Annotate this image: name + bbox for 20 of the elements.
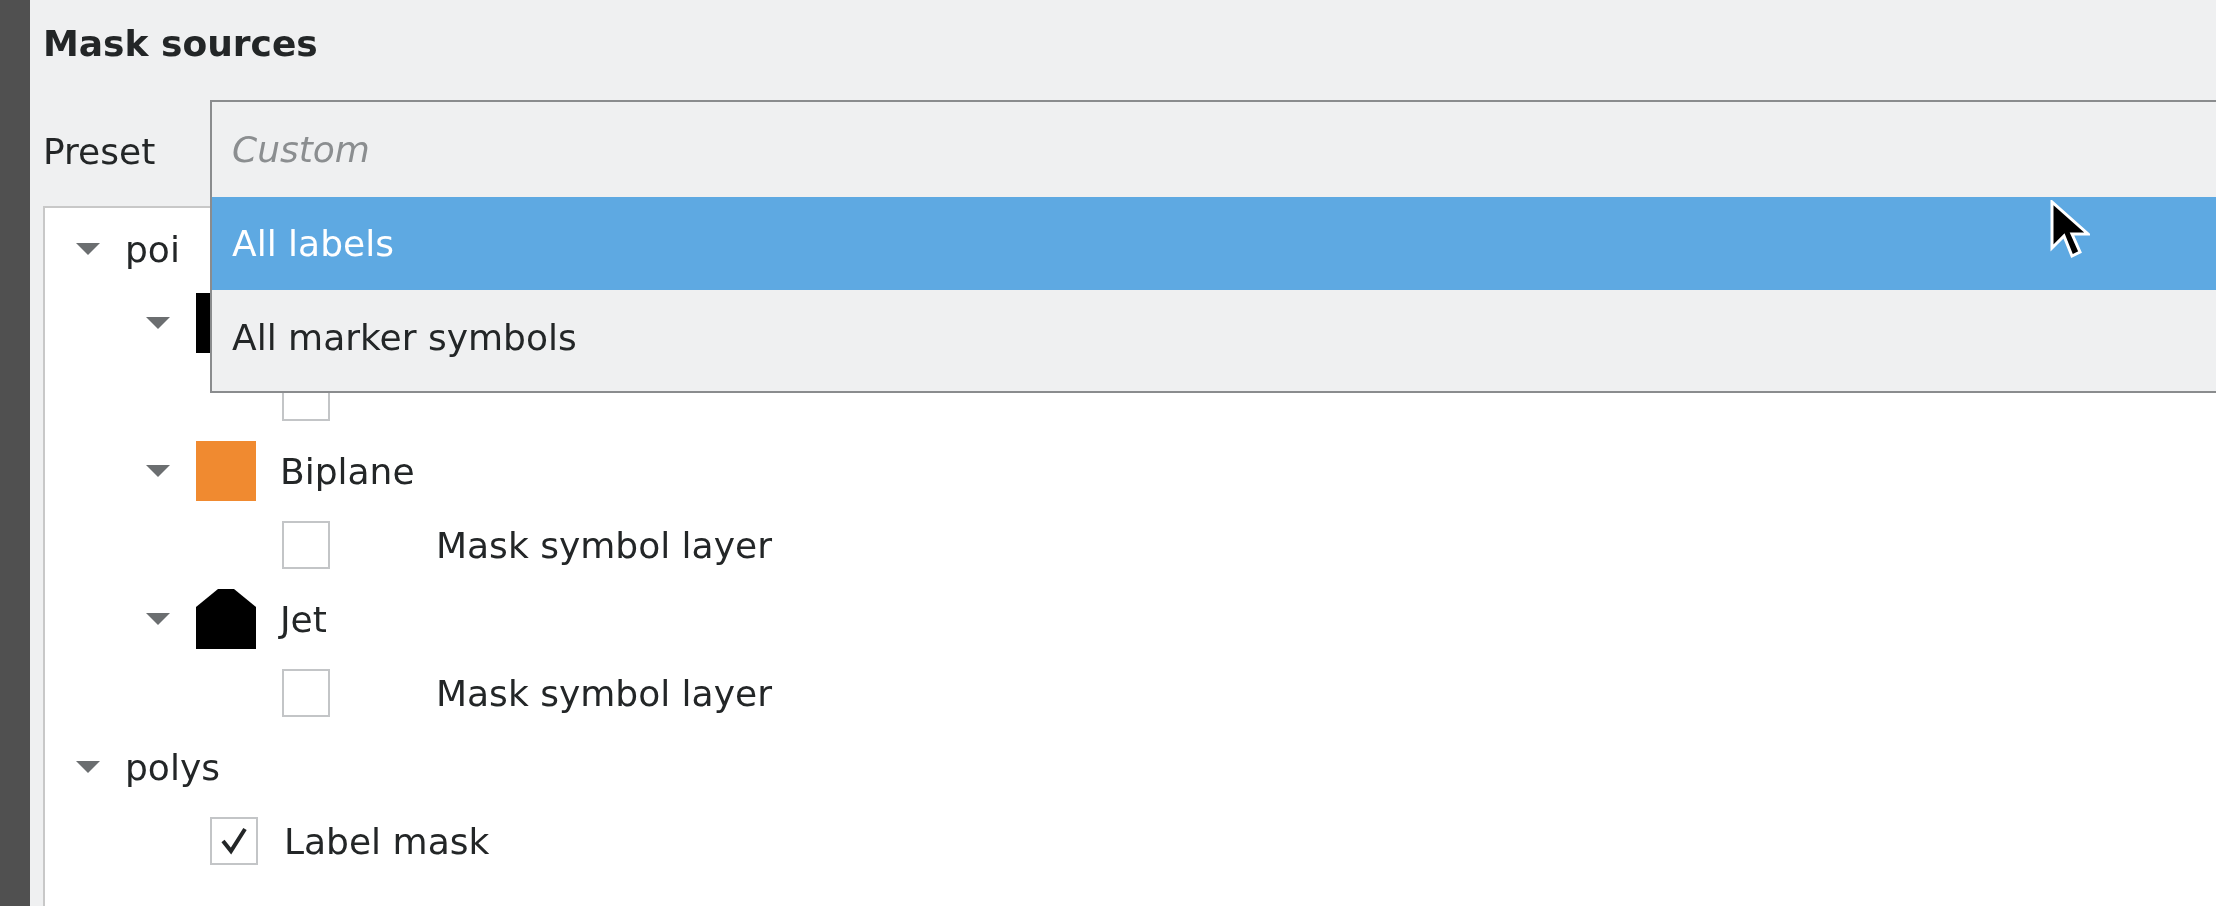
checkbox-label: Label mask bbox=[284, 820, 490, 862]
preset-label: Preset bbox=[43, 130, 156, 172]
dropdown-option[interactable]: All marker symbols bbox=[212, 290, 2216, 385]
collapse-arrow-icon[interactable] bbox=[145, 463, 171, 479]
layer-name: polys bbox=[125, 746, 220, 788]
layer-name: Biplane bbox=[280, 450, 415, 492]
layer-name: Jet bbox=[280, 598, 327, 640]
layer-name: poi bbox=[125, 228, 180, 270]
checkbox-label: Mask symbol layer bbox=[436, 672, 772, 714]
checkbox-label: Mask symbol layer bbox=[436, 524, 772, 566]
checkbox[interactable] bbox=[282, 521, 330, 569]
checkbox[interactable] bbox=[282, 669, 330, 717]
collapse-arrow-icon[interactable] bbox=[75, 759, 101, 775]
section-title: Mask sources bbox=[43, 22, 318, 66]
checkbox[interactable] bbox=[210, 817, 258, 865]
collapse-arrow-icon[interactable] bbox=[145, 315, 171, 331]
dropdown-option[interactable]: All labels bbox=[212, 197, 2216, 290]
dropdown-option[interactable]: Custom bbox=[212, 102, 2216, 197]
collapse-arrow-icon[interactable] bbox=[75, 241, 101, 257]
collapse-arrow-icon[interactable] bbox=[145, 611, 171, 627]
